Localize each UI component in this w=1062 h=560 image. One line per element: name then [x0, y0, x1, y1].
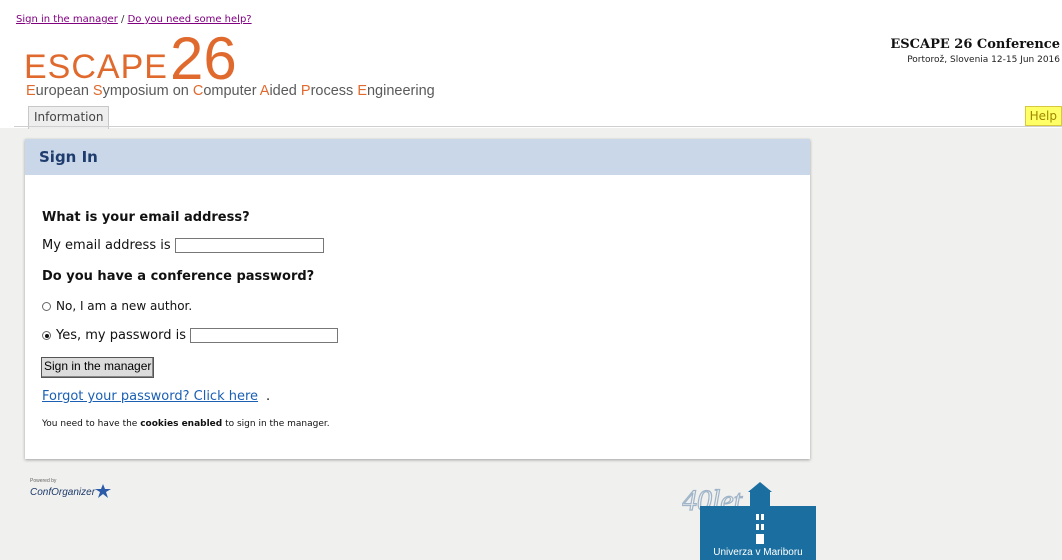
option-has-password-label: Yes, my password is [56, 328, 186, 343]
escape-logo[interactable]: ESCAPE 26 [24, 25, 237, 92]
conference-title: ESCAPE 26 Conference [890, 37, 1060, 52]
help-link[interactable]: Do you need some help? [128, 14, 252, 25]
header-divider [14, 126, 1062, 127]
forgot-password-link[interactable]: Forgot your password? Click here [42, 389, 258, 404]
panel-title: Sign In [25, 139, 810, 175]
subtitle-initial: P [300, 83, 311, 99]
subtitle-initial: E [357, 83, 367, 99]
sign-in-link[interactable]: Sign in the manager [16, 14, 118, 25]
forgot-period: . [266, 389, 271, 404]
conference-subtitle: Portorož, Slovenia 12-15 Jun 2016 [907, 55, 1060, 65]
subtitle-initial: S [92, 83, 103, 99]
option-new-author[interactable]: No, I am a new author. [42, 299, 192, 313]
subtitle-text: omputer [203, 83, 260, 99]
site-header: Sign in the manager / Do you need some h… [0, 0, 1062, 129]
email-label: My email address is [42, 238, 171, 253]
email-row: My email address is [42, 238, 324, 253]
cookies-note-suffix: to sign in the manager. [222, 419, 330, 429]
cookies-note: You need to have the cookies enabled to … [42, 419, 330, 429]
subtitle-initial: A [259, 83, 270, 99]
option-new-author-label: No, I am a new author. [56, 299, 193, 313]
subtitle-initial: E [26, 83, 36, 99]
conforganizer-brand: ConfOrganizer [30, 487, 96, 498]
password-input[interactable] [189, 328, 338, 343]
cookies-note-prefix: You need to have the [42, 419, 141, 429]
subtitle-text: uropean [35, 83, 93, 99]
radio-has-password[interactable] [42, 331, 51, 340]
subtitle-text: rocess [310, 83, 358, 99]
subtitle-text: ngineering [366, 83, 435, 99]
cookies-note-bold: cookies enabled [140, 419, 223, 429]
conforganizer-logo[interactable]: Powered by ConfOrganizer [30, 478, 112, 498]
university-name: Univerza v Mariboru [700, 546, 816, 560]
email-question: What is your email address? [42, 210, 250, 225]
logo-subtitle: European Symposium on Computer Aided Pro… [26, 83, 435, 99]
password-question: Do you have a conference password? [42, 269, 315, 284]
subtitle-text: ided [269, 83, 301, 99]
sign-in-panel: Sign In What is your email address? My e… [25, 139, 810, 459]
university-logo[interactable]: 40let Univerza v Mariboru [681, 476, 816, 560]
sign-in-button[interactable]: Sign in the manager [41, 357, 155, 378]
logo-number: 26 [169, 25, 237, 92]
option-has-password[interactable]: Yes, my password is [42, 328, 338, 343]
top-links: Sign in the manager / Do you need some h… [16, 14, 252, 25]
radio-new-author[interactable] [42, 301, 51, 311]
star-icon [95, 484, 112, 498]
subtitle-text: ymposium on [102, 83, 193, 99]
top-links-separator: / [117, 14, 128, 25]
logo-word: ESCAPE [24, 48, 168, 86]
university-building-icon: 40let [681, 482, 816, 546]
subtitle-initial: C [192, 83, 204, 99]
help-tab[interactable]: Help [1024, 106, 1062, 126]
email-input[interactable] [174, 238, 324, 253]
